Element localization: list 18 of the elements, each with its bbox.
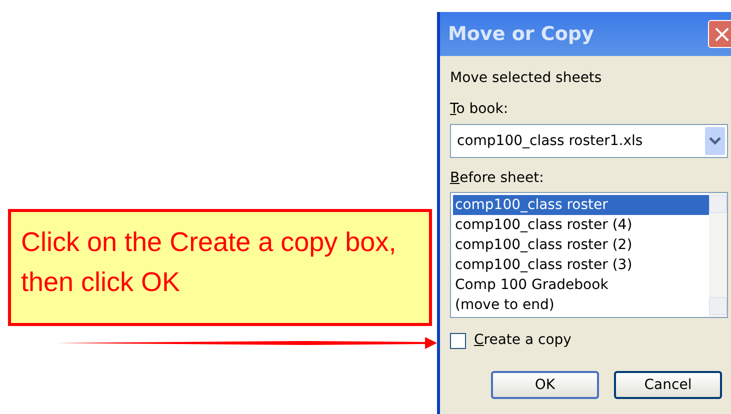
checkbox-label: Create a copy bbox=[474, 331, 572, 350]
scroll-bar[interactable] bbox=[709, 193, 727, 317]
window-title: Move or Copy bbox=[448, 22, 594, 47]
copy-checkbox[interactable] bbox=[450, 332, 466, 348]
sheet-item[interactable]: Comp 100 Gradebook bbox=[453, 275, 709, 295]
field-label: Before sheet: bbox=[450, 170, 544, 186]
book-dropdown[interactable]: comp100_class roster1.xls bbox=[450, 124, 728, 158]
field-label: To book: bbox=[450, 101, 508, 117]
sheet-item[interactable]: comp100_class roster bbox=[453, 195, 709, 215]
callout-note: Click on the Create a copy box, then click OK bbox=[8, 209, 432, 326]
chevron-down-icon bbox=[705, 127, 725, 155]
dialog-button[interactable]: OK bbox=[491, 371, 599, 399]
sheet-item[interactable]: (move to end) bbox=[453, 295, 709, 315]
dialog-button[interactable]: Cancel bbox=[614, 371, 722, 399]
intro-text: Move selected sheets bbox=[450, 69, 603, 88]
sheet-item[interactable]: comp100_class roster (3) bbox=[453, 255, 709, 275]
sheet-item[interactable]: comp100_class roster (2) bbox=[453, 235, 709, 255]
sheet-item[interactable]: comp100_class roster (4) bbox=[453, 215, 709, 235]
